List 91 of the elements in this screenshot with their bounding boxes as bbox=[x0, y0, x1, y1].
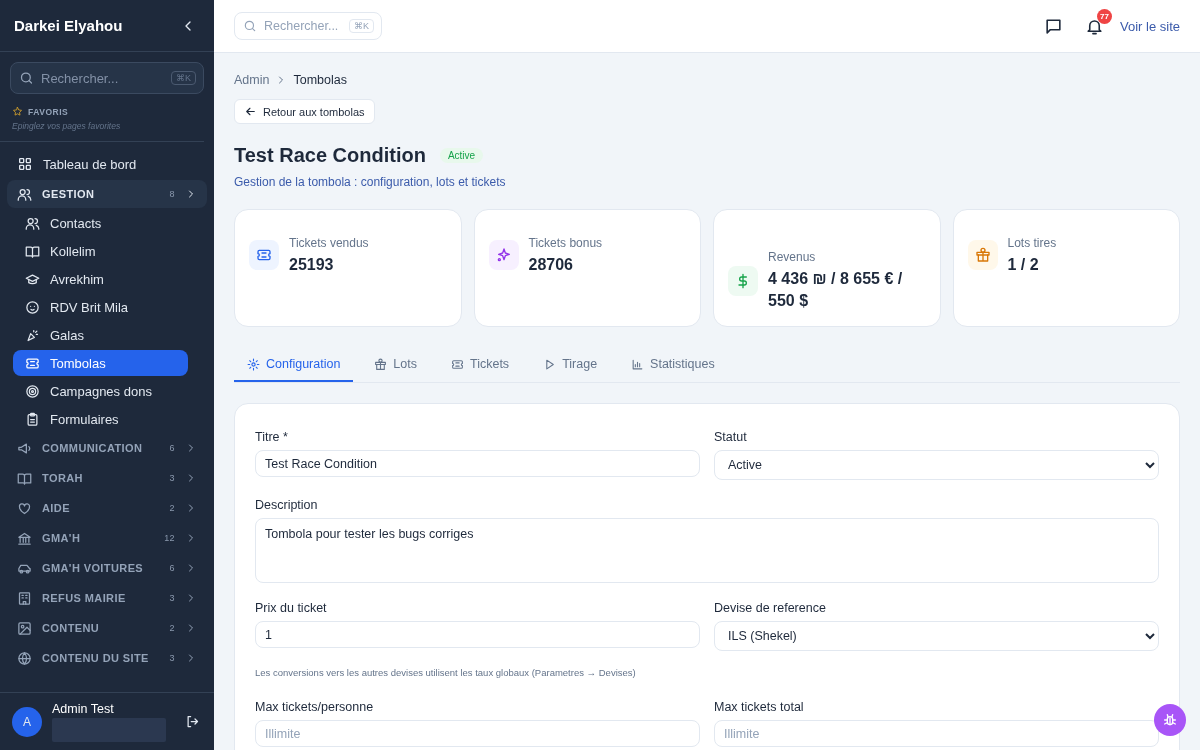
text-field[interactable]: 1 bbox=[255, 621, 700, 648]
globe-icon bbox=[17, 650, 32, 666]
sidebar-section[interactable]: GMA'H 12 bbox=[7, 524, 207, 552]
sparkle-icon bbox=[495, 247, 512, 263]
stat-label: Tickets vendus bbox=[289, 236, 369, 250]
bug-report-button[interactable] bbox=[1154, 704, 1186, 736]
field-label: Description bbox=[255, 498, 319, 512]
logout-icon bbox=[185, 714, 200, 729]
ticket-icon bbox=[256, 247, 272, 263]
ticket-icon bbox=[451, 357, 464, 371]
gift-icon bbox=[974, 247, 991, 263]
page-title: Test Race Condition bbox=[234, 144, 426, 167]
clipboard-icon bbox=[25, 411, 40, 427]
text-field[interactable]: Test Race Condition bbox=[255, 450, 700, 477]
building-icon bbox=[17, 590, 32, 606]
tab[interactable]: Statistiques bbox=[618, 349, 728, 382]
heart-icon bbox=[17, 500, 32, 516]
field-label: Prix du ticket bbox=[255, 601, 328, 615]
stat-value: 1 / 2 bbox=[1007, 255, 1040, 275]
favorites-heading: FAVORIS bbox=[28, 106, 69, 117]
stat-label: Tickets bonus bbox=[528, 236, 603, 250]
stat-value: 25193 bbox=[289, 255, 335, 275]
grid-icon bbox=[17, 156, 33, 172]
sidebar-section[interactable]: GMA'H VOITURES 6 bbox=[7, 554, 207, 582]
back-button[interactable]: Retour aux tombolas bbox=[234, 99, 375, 124]
breadcrumb-item[interactable]: Admin bbox=[234, 73, 270, 87]
avatar: A bbox=[12, 706, 42, 737]
tab[interactable]: Lots bbox=[361, 349, 430, 382]
graduation-cap-icon bbox=[25, 271, 40, 287]
field-label: Statut bbox=[714, 430, 748, 444]
breadcrumb-item: Tombolas bbox=[293, 73, 347, 87]
text-field[interactable]: Illimite bbox=[255, 720, 700, 747]
sidebar-section[interactable]: TORAH 3 bbox=[7, 464, 207, 492]
field-label: Max tickets total bbox=[714, 700, 805, 714]
users-icon bbox=[25, 215, 40, 231]
field-label: Max tickets/personne bbox=[255, 700, 375, 714]
sidebar-section[interactable]: CONTENU DU SITE 3 bbox=[7, 644, 207, 672]
shortcut-key: ⌘K bbox=[171, 71, 196, 85]
stat-label: Lots tires bbox=[1007, 236, 1057, 250]
field-label: Devise de reference bbox=[714, 601, 827, 615]
sidebar-item[interactable]: Contacts bbox=[13, 210, 188, 236]
site-link[interactable]: Voir le site bbox=[1120, 18, 1180, 34]
sidebar-section[interactable]: CONTENU 2 bbox=[7, 614, 207, 642]
bug-icon bbox=[1162, 712, 1178, 728]
bar-chart-icon bbox=[631, 357, 645, 371]
field-label: Titre * bbox=[255, 430, 289, 444]
select-field[interactable]: Active bbox=[714, 450, 1159, 480]
help-text: Les conversions vers les autres devises utilisent les taux globaux (Parametres → Devises) bbox=[255, 667, 637, 678]
stat-value: 4 436 ₪ / 8 655 € / 550 $ bbox=[768, 268, 904, 311]
target-icon bbox=[25, 383, 40, 399]
tab[interactable]: Configuration bbox=[234, 349, 354, 382]
sidebar-section[interactable]: GESTION 8 bbox=[7, 180, 207, 208]
ticket-icon bbox=[25, 355, 40, 371]
bank-icon bbox=[17, 530, 32, 546]
sidebar-item[interactable]: Galas bbox=[13, 322, 188, 348]
image-icon bbox=[17, 620, 32, 636]
page-subtitle: Gestion de la tombola : configuration, lots et tickets bbox=[234, 175, 507, 189]
gift-icon bbox=[374, 357, 388, 371]
notifications-button[interactable]: 77 bbox=[1077, 8, 1112, 44]
sidebar-item[interactable]: RDV Brit Mila bbox=[13, 294, 188, 320]
text-area[interactable]: Tombola pour tester les bugs corriges bbox=[255, 518, 1159, 583]
notification-count: 77 bbox=[1097, 8, 1112, 24]
tab[interactable]: Tickets bbox=[438, 349, 523, 382]
status-badge: Active bbox=[439, 148, 484, 163]
book-icon bbox=[25, 243, 40, 259]
text-field[interactable]: Illimite bbox=[714, 720, 1159, 747]
play-icon bbox=[543, 357, 557, 371]
brand-name: Darkei Elyahou bbox=[14, 17, 123, 34]
user-name: Admin Test bbox=[52, 701, 115, 716]
smiley-icon bbox=[25, 299, 40, 315]
sidebar-section[interactable]: COMMUNICATION 6 bbox=[7, 434, 207, 462]
stat-label: Revenus bbox=[768, 249, 817, 264]
stat-value: 28706 bbox=[528, 255, 574, 275]
favorites-hint: Epinglez vos pages favorites bbox=[12, 121, 122, 131]
select-field[interactable]: ILS (Shekel) bbox=[714, 621, 1159, 651]
sidebar-item[interactable]: Formulaires bbox=[13, 406, 188, 432]
sidebar-item[interactable]: Kollelim bbox=[13, 238, 188, 264]
users-icon bbox=[17, 186, 32, 202]
book-icon bbox=[17, 470, 32, 486]
sidebar-section[interactable]: AIDE 2 bbox=[7, 494, 207, 522]
chat-icon bbox=[1044, 16, 1063, 36]
sidebar-item[interactable]: Tombolas bbox=[13, 350, 188, 376]
sidebar-item[interactable]: Tableau de bord bbox=[7, 150, 207, 178]
sidebar-section[interactable]: REFUS MAIRIE 3 bbox=[7, 584, 207, 612]
party-icon bbox=[25, 327, 40, 343]
tab[interactable]: Tirage bbox=[530, 349, 611, 382]
star-icon bbox=[12, 106, 23, 117]
sidebar-item[interactable]: Avrekhim bbox=[13, 266, 188, 292]
sidebar-item[interactable]: Campagnes dons bbox=[13, 378, 188, 404]
shortcut-key: ⌘K bbox=[349, 19, 374, 33]
arrow-left-icon bbox=[244, 105, 257, 118]
